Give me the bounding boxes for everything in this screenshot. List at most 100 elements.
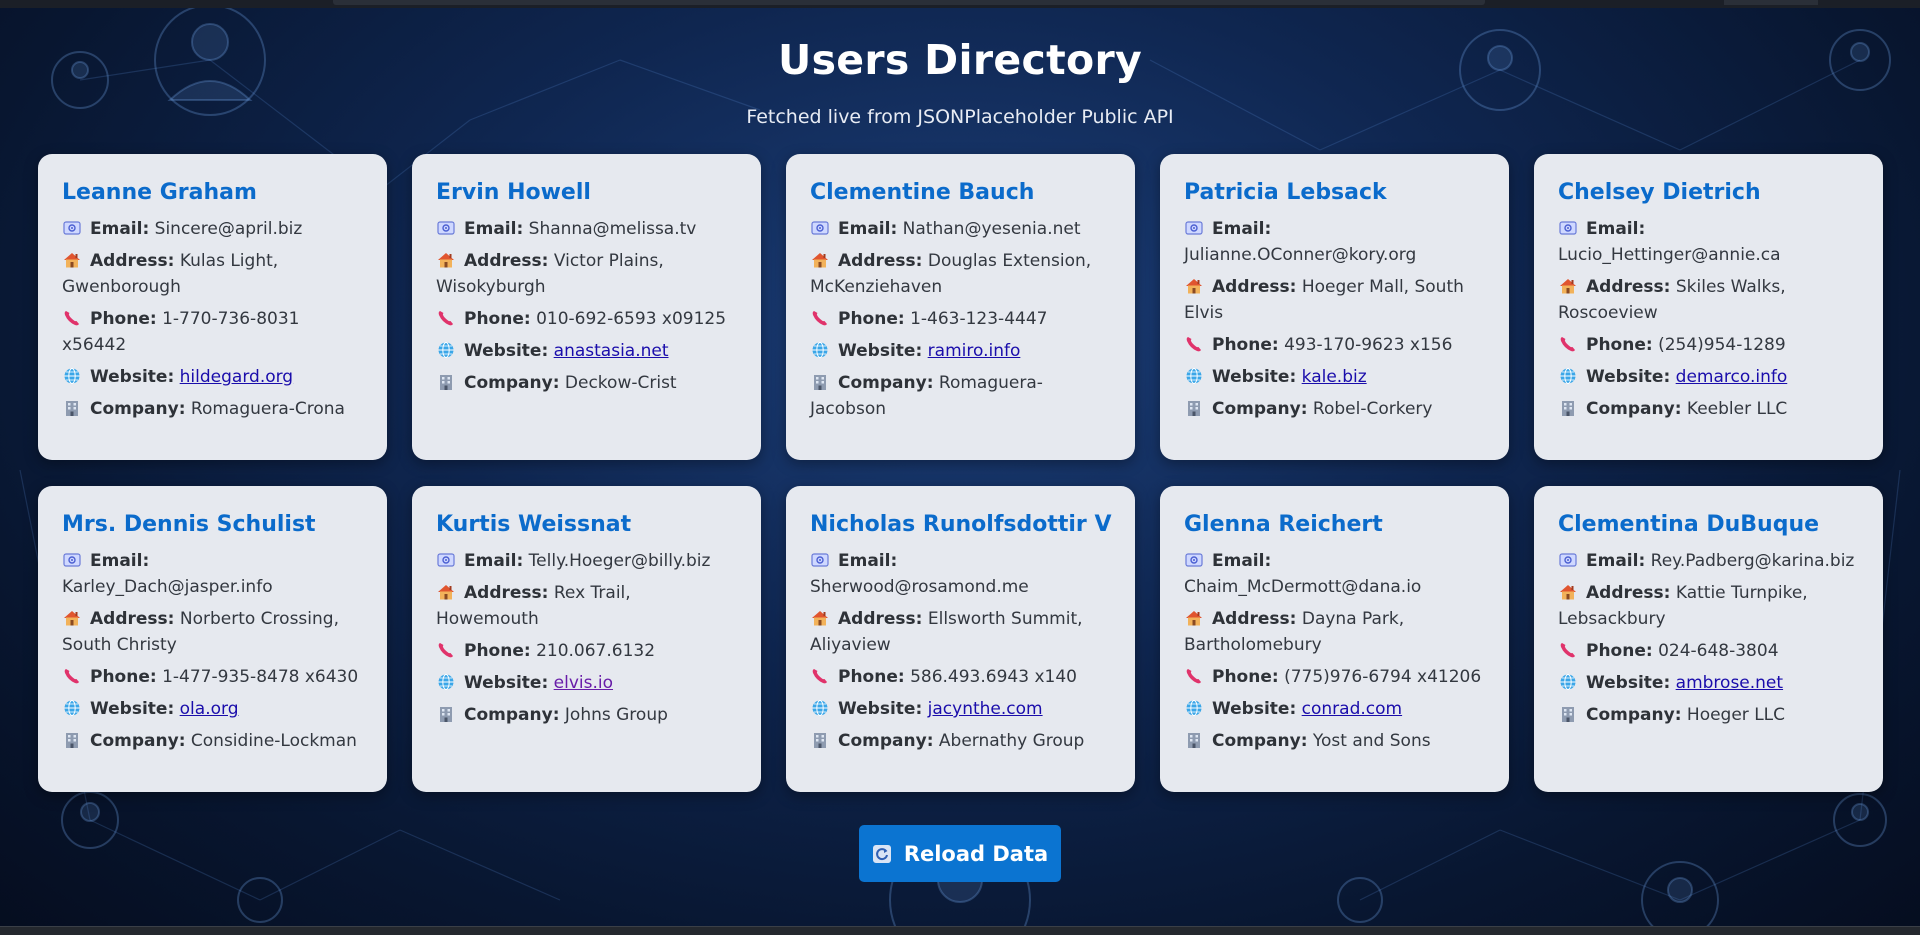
- user-name: Glenna Reichert: [1184, 512, 1383, 537]
- address-label: Address:: [838, 609, 923, 629]
- company-value: Johns Group: [564, 705, 668, 725]
- phone-label: Phone:: [464, 641, 531, 661]
- phone-label: Phone:: [90, 309, 157, 329]
- website-row: Website: ramiro.info: [810, 338, 1111, 364]
- company-value: Considine-Lockman: [190, 731, 357, 751]
- building-icon: [1184, 399, 1204, 417]
- company-value: Romaguera-Crona: [190, 399, 345, 419]
- company-label: Company:: [838, 373, 934, 393]
- email-row: Email: Chaim_McDermott@dana.io: [1184, 548, 1485, 600]
- email-value: Karley_Dach@jasper.info: [62, 577, 273, 597]
- house-icon: [1558, 277, 1578, 295]
- phone-icon: [1558, 335, 1578, 353]
- email-value: Telly.Hoeger@billy.biz: [528, 551, 711, 571]
- website-label: Website:: [464, 341, 549, 361]
- website-row: Website: ambrose.net: [1558, 670, 1859, 696]
- globe-icon: [62, 699, 82, 717]
- phone-label: Phone:: [838, 309, 905, 329]
- address-label: Address:: [90, 251, 175, 271]
- email-icon: [1558, 219, 1578, 237]
- website-link[interactable]: kale.biz: [1302, 367, 1367, 387]
- website-label: Website:: [90, 699, 175, 719]
- address-label: Address:: [464, 583, 549, 603]
- website-link[interactable]: anastasia.net: [554, 341, 669, 361]
- house-icon: [1184, 277, 1204, 295]
- company-value: Deckow-Crist: [564, 373, 677, 393]
- website-row: Website: ola.org: [62, 696, 363, 722]
- company-value: Yost and Sons: [1312, 731, 1431, 751]
- house-icon: [1558, 583, 1578, 601]
- website-row: Website: jacynthe.com: [810, 696, 1111, 722]
- house-icon: [62, 609, 82, 627]
- website-link[interactable]: ambrose.net: [1676, 673, 1783, 693]
- house-icon: [810, 251, 830, 269]
- company-row: Company: Abernathy Group: [810, 728, 1111, 754]
- globe-icon: [436, 341, 456, 359]
- address-row: Address: Kattie Turnpike, Lebsackbury: [1558, 580, 1859, 632]
- website-row: Website: demarco.info: [1558, 364, 1859, 390]
- building-icon: [1558, 705, 1578, 723]
- company-row: Company: Johns Group: [436, 702, 737, 728]
- website-label: Website:: [1212, 367, 1297, 387]
- website-label: Website:: [838, 699, 923, 719]
- address-row: Address: Dayna Park, Bartholomebury: [1184, 606, 1485, 658]
- company-label: Company:: [464, 373, 560, 393]
- company-label: Company:: [1586, 705, 1682, 725]
- phone-label: Phone:: [1586, 641, 1653, 661]
- globe-icon: [62, 367, 82, 385]
- email-icon: [62, 551, 82, 569]
- user-name: Mrs. Dennis Schulist: [62, 512, 316, 537]
- phone-icon: [62, 309, 82, 327]
- user-card: Ervin Howell Email: Shanna@melissa.tv Ad…: [412, 154, 761, 460]
- house-icon: [810, 609, 830, 627]
- website-label: Website:: [1212, 699, 1297, 719]
- website-link[interactable]: jacynthe.com: [928, 699, 1043, 719]
- building-icon: [1558, 399, 1578, 417]
- phone-icon: [810, 667, 830, 685]
- phone-icon: [62, 667, 82, 685]
- email-icon: [1184, 551, 1204, 569]
- phone-row: Phone: 1-463-123-4447: [810, 306, 1111, 332]
- building-icon: [1184, 731, 1204, 749]
- email-icon: [1184, 219, 1204, 237]
- website-link[interactable]: demarco.info: [1676, 367, 1788, 387]
- user-name: Clementina DuBuque: [1558, 512, 1820, 537]
- globe-icon: [1558, 673, 1578, 691]
- phone-label: Phone:: [1212, 667, 1279, 687]
- website-link[interactable]: ola.org: [180, 699, 239, 719]
- phone-value: 586.493.6943 x140: [910, 667, 1077, 687]
- phone-icon: [436, 309, 456, 327]
- email-label: Email:: [90, 551, 150, 571]
- email-row: Email: Rey.Padberg@karina.biz: [1558, 548, 1859, 574]
- website-link[interactable]: elvis.io: [554, 673, 613, 693]
- address-row: Address: Hoeger Mall, South Elvis: [1184, 274, 1485, 326]
- building-icon: [62, 399, 82, 417]
- company-row: Company: Considine-Lockman: [62, 728, 363, 754]
- website-row: Website: anastasia.net: [436, 338, 737, 364]
- email-label: Email:: [838, 551, 898, 571]
- website-row: Website: hildegard.org: [62, 364, 363, 390]
- globe-icon: [1184, 699, 1204, 717]
- reload-data-button[interactable]: Reload Data: [859, 825, 1061, 882]
- website-link[interactable]: hildegard.org: [180, 367, 293, 387]
- website-link[interactable]: ramiro.info: [928, 341, 1021, 361]
- phone-label: Phone:: [1212, 335, 1279, 355]
- house-icon: [1184, 609, 1204, 627]
- email-label: Email:: [1586, 551, 1646, 571]
- address-label: Address:: [1586, 583, 1671, 603]
- website-link[interactable]: conrad.com: [1302, 699, 1402, 719]
- house-icon: [436, 251, 456, 269]
- company-label: Company:: [1212, 731, 1308, 751]
- user-card: Kurtis Weissnat Email: Telly.Hoeger@bill…: [412, 486, 761, 792]
- email-row: Email: Nathan@yesenia.net: [810, 216, 1111, 242]
- email-row: Email: Julianne.OConner@kory.org: [1184, 216, 1485, 268]
- website-label: Website:: [1586, 367, 1671, 387]
- phone-row: Phone: 024-648-3804: [1558, 638, 1859, 664]
- email-value: Chaim_McDermott@dana.io: [1184, 577, 1422, 597]
- email-row: Email: Telly.Hoeger@billy.biz: [436, 548, 737, 574]
- taskbar: [0, 926, 1920, 935]
- user-name: Patricia Lebsack: [1184, 180, 1387, 205]
- address-label: Address:: [90, 609, 175, 629]
- company-label: Company:: [464, 705, 560, 725]
- email-row: Email: Lucio_Hettinger@annie.ca: [1558, 216, 1859, 268]
